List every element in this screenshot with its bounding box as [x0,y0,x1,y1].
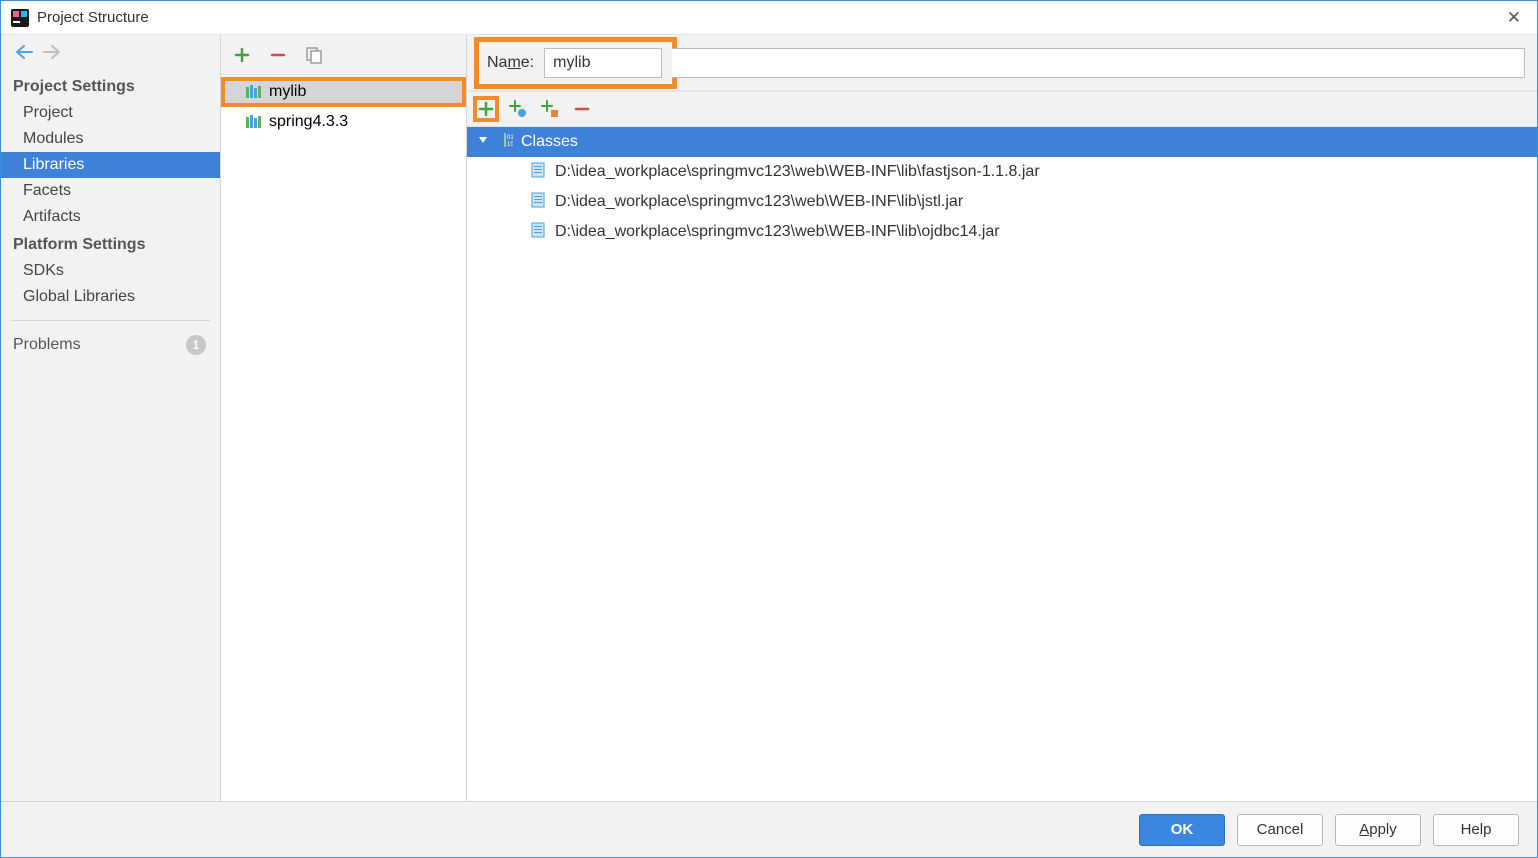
remove-library-button[interactable] [267,44,289,66]
library-detail-panel: Name: [467,35,1537,801]
library-item-spring[interactable]: spring4.3.3 [221,107,466,137]
close-button[interactable]: ✕ [1501,8,1527,28]
sidebar: Project Settings Project Modules Librari… [1,35,221,801]
ok-button[interactable]: OK [1139,814,1225,846]
remove-item-button[interactable] [571,98,593,120]
add-from-maven-button[interactable] [507,98,529,120]
titlebar: Project Structure ✕ [1,1,1537,35]
sidebar-item-artifacts[interactable]: Artifacts [1,204,220,230]
add-documentation-button[interactable] [539,98,561,120]
apply-button[interactable]: Apply [1335,814,1421,846]
dialog-footer: OK Cancel Apply Help [1,801,1537,857]
nav-arrows [1,41,220,72]
sidebar-item-modules[interactable]: Modules [1,126,220,152]
svg-text:01: 01 [507,135,513,141]
help-button[interactable]: Help [1433,814,1519,846]
sidebar-item-global-libraries[interactable]: Global Libraries [1,284,220,310]
classpath-file-path: D:\idea_workplace\springmvc123\web\WEB-I… [555,223,1000,241]
expand-icon [477,133,489,151]
section-project-settings: Project Settings [1,72,220,100]
project-structure-dialog: Project Structure ✕ Project Settings Pro… [0,0,1538,858]
classpath-file[interactable]: D:\idea_workplace\springmvc123\web\WEB-I… [467,157,1537,187]
sidebar-item-sdks[interactable]: SDKs [1,258,220,284]
jar-icon [531,222,545,243]
detail-toolbar [467,91,1537,127]
problems-count-badge: 1 [186,335,206,355]
classes-icon: 0110 [497,132,513,153]
sidebar-item-project[interactable]: Project [1,100,220,126]
classpath-file[interactable]: D:\idea_workplace\springmvc123\web\WEB-I… [467,217,1537,247]
add-item-button[interactable] [475,98,497,120]
classes-label: Classes [521,133,578,151]
nav-back-icon[interactable] [15,46,43,63]
copy-library-button[interactable] [303,44,325,66]
library-item-mylib[interactable]: mylib [221,77,466,107]
app-icon [11,9,29,27]
svg-text:10: 10 [507,142,513,148]
window-title: Project Structure [37,9,1501,26]
library-item-label: spring4.3.3 [269,113,348,131]
library-name-input[interactable] [544,48,662,78]
classpath-file[interactable]: D:\idea_workplace\springmvc123\web\WEB-I… [467,187,1537,217]
name-field-group: Name: [479,42,672,84]
library-icon [245,84,261,100]
nav-forward-icon[interactable] [43,46,67,63]
classes-node[interactable]: 0110 Classes [467,127,1537,157]
problems-label: Problems [13,336,81,354]
library-list-panel: mylib spring4.3.3 [221,35,467,801]
name-row: Name: [467,35,1537,91]
sidebar-divider [11,320,210,321]
sidebar-item-facets[interactable]: Facets [1,178,220,204]
library-name-input-ext[interactable] [672,48,1525,78]
library-toolbar [221,35,466,75]
name-label: Name: [487,54,534,72]
library-list: mylib spring4.3.3 [221,75,466,801]
library-item-label: mylib [269,83,306,101]
cancel-button[interactable]: Cancel [1237,814,1323,846]
add-library-button[interactable] [231,44,253,66]
classpath-file-path: D:\idea_workplace\springmvc123\web\WEB-I… [555,163,1040,181]
jar-icon [531,162,545,183]
sidebar-item-problems[interactable]: Problems 1 [1,331,220,359]
jar-icon [531,192,545,213]
section-platform-settings: Platform Settings [1,230,220,258]
library-icon [245,114,261,130]
sidebar-item-libraries[interactable]: Libraries [1,152,220,178]
classpath-tree: 0110 Classes D:\idea_workplace\springmvc… [467,127,1537,801]
classpath-file-path: D:\idea_workplace\springmvc123\web\WEB-I… [555,193,963,211]
